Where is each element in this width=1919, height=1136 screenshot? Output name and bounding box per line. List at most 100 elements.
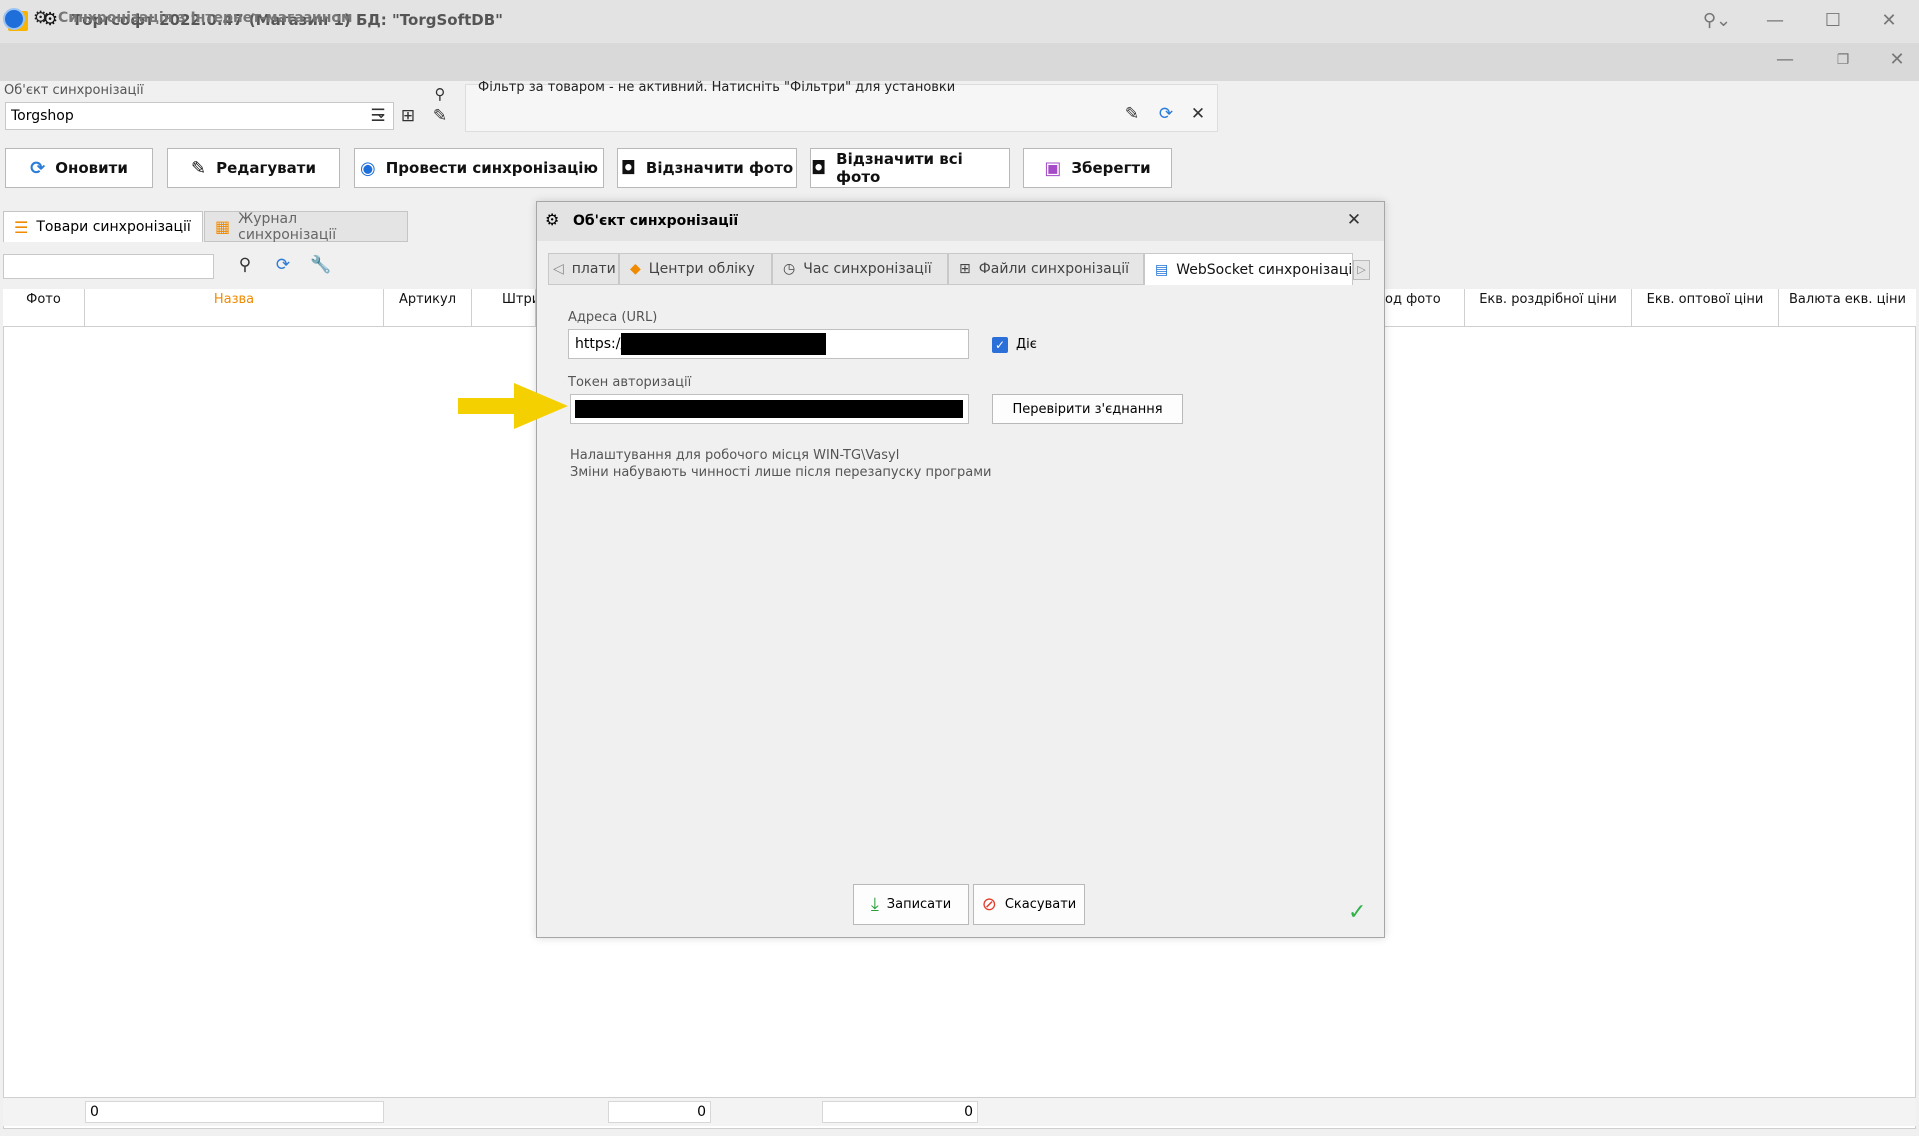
dialog-tab-centers[interactable]: ◆ Центри обліку (619, 253, 772, 285)
tab-goods[interactable]: ☰ Товари синхронізації (3, 211, 203, 242)
dialog-tab-websocket[interactable]: ▤ WebSocket синхронізації (1144, 253, 1353, 285)
dialog-title: Об'єкт синхронізації (573, 213, 739, 229)
maximize-icon[interactable]: ☐ (1810, 6, 1856, 36)
tab-journal-label: Журнал синхронізації (238, 210, 337, 243)
workstation-note: Налаштування для робочого місця WIN-TG\V… (570, 448, 900, 463)
table-icon: ▦ (215, 217, 231, 236)
sync-object-label: Об'єкт синхронізації (4, 83, 144, 98)
list-icon[interactable]: ☰ (366, 104, 390, 128)
check-connection-label: Перевірити з'єднання (1012, 401, 1163, 417)
filter-edit-icon[interactable]: ✎ (1120, 102, 1144, 126)
tab-scroll-right-icon[interactable]: ▷ (1353, 260, 1370, 280)
column-header[interactable]: Екв. роздрібної ціни (1465, 289, 1632, 327)
edit-label: Редагувати (216, 159, 316, 177)
dialog-cancel-button[interactable]: ⊘ Скасувати (973, 884, 1085, 925)
refresh-label: Оновити (55, 159, 128, 177)
column-header[interactable]: Валюта екв. ціни (1779, 289, 1916, 327)
sync-object-select[interactable]: Torgshop ⌄ (5, 102, 394, 130)
column-header[interactable]: Фото (3, 289, 85, 327)
token-label: Токен авторизації (568, 375, 692, 390)
save-button[interactable]: ▣ Зберегти (1023, 148, 1172, 188)
active-label: Діє (1016, 337, 1037, 352)
dialog-save-label: Записати (886, 897, 952, 912)
active-checkbox[interactable]: ✓ (992, 337, 1008, 353)
minimize-icon[interactable]: — (1752, 6, 1798, 36)
redacted-token (575, 400, 963, 418)
grid-search-input[interactable] (3, 254, 214, 279)
save-disk-icon: ▣ (1044, 157, 1062, 179)
window-gear-icon[interactable]: ⚙ (33, 8, 48, 28)
dialog-tab-label: Центри обліку (648, 261, 755, 277)
dialog-gear-icon: ⚙ (545, 210, 560, 229)
server-icon: ▤ (1155, 261, 1169, 278)
refresh-icon[interactable]: ⟳ (271, 253, 295, 277)
refresh-button[interactable]: ⟳ Оновити (5, 148, 153, 188)
wrench-icon[interactable]: 🔧 (309, 253, 333, 277)
footer-total: 0 (85, 1101, 384, 1123)
sync-label: Провести синхронізацію (385, 159, 598, 177)
column-header[interactable]: од фото (1385, 289, 1465, 327)
dialog-tab-label: WebSocket синхронізації (1176, 261, 1353, 278)
column-header[interactable]: Штри (472, 289, 536, 327)
child-restore-icon[interactable]: ❐ (1820, 45, 1866, 75)
close-icon[interactable]: ✕ (1866, 6, 1912, 36)
mark-photo-label: Відзначити фото (645, 159, 794, 177)
mark-all-photo-label: Відзначити всі фото (836, 150, 963, 186)
layers-icon: ◆ (630, 261, 641, 277)
search-dropdown-icon[interactable]: ⚲⌄ (1694, 6, 1740, 36)
dialog-tab-label: Час синхронізації (803, 261, 932, 277)
redacted-url (621, 333, 826, 355)
list-icon: ☰ (14, 217, 29, 237)
dialog-tab-label: Файли синхронізації (978, 261, 1130, 277)
tab-journal[interactable]: ▦ Журнал синхронізації (204, 210, 408, 243)
dialog-tab-time[interactable]: ◷ Час синхронізації (772, 253, 948, 285)
highlight-arrow-icon (458, 383, 568, 429)
file-add-icon: ⊞ (959, 261, 971, 277)
tab-goods-label: Товари синхронізації (36, 219, 191, 235)
search-icon[interactable]: ⚲ (233, 253, 257, 277)
edit-pencil-icon[interactable]: ✎ (428, 104, 452, 128)
restart-note: Зміни набувають чинності лише після пере… (570, 465, 992, 480)
sync-button[interactable]: ◉ Провести синхронізацію (354, 148, 604, 188)
download-icon: ⤓ (870, 894, 879, 915)
dialog-tab-label: плати (571, 261, 616, 277)
url-value: https:// (575, 336, 626, 352)
add-document-icon[interactable]: ⊞ (396, 104, 420, 128)
filter-refresh-icon[interactable]: ⟳ (1154, 102, 1178, 126)
filter-clear-icon[interactable]: ✕ (1186, 102, 1210, 126)
tab-scroll-left-icon[interactable]: ◁ (553, 261, 564, 277)
dialog-cancel-label: Скасувати (1004, 897, 1077, 912)
refresh-icon: ⟳ (30, 157, 46, 179)
filter-status-text: Фільтр за товаром - не активний. Натисні… (478, 80, 956, 95)
dialog-tab-files[interactable]: ⊞ Файли синхронізації (948, 253, 1144, 285)
cancel-icon: ⊘ (981, 894, 997, 915)
pencil-icon: ✎ (191, 157, 207, 179)
dialog-tab-payments[interactable]: ◁ плати (548, 253, 619, 285)
mark-photo-button[interactable]: ◘ Відзначити фото (617, 148, 797, 188)
dialog-close-icon[interactable]: ✕ (1342, 208, 1366, 232)
dialog-save-button[interactable]: ⤓ Записати (853, 884, 969, 925)
shop-bag-icon (3, 8, 25, 30)
column-header[interactable]: Назва (85, 289, 384, 327)
footer-total: 0 (608, 1101, 711, 1123)
child-close-icon[interactable]: ✕ (1874, 45, 1919, 75)
sync-object-dialog (536, 201, 1385, 938)
column-header[interactable]: Артикул (384, 289, 472, 327)
sync-object-value: Torgshop (11, 108, 74, 124)
edit-button[interactable]: ✎ Редагувати (167, 148, 340, 188)
child-window-title: Синхронізація з Інтернет-магазином (58, 10, 353, 26)
token-input[interactable] (570, 394, 969, 424)
shop-bag-icon: ◉ (360, 157, 376, 179)
ok-check-icon: ✓ (1348, 900, 1367, 925)
check-connection-button[interactable]: Перевірити з'єднання (992, 394, 1183, 424)
url-input[interactable]: https:// (568, 329, 969, 359)
footer-total: 0 (822, 1101, 978, 1123)
mark-all-photo-button[interactable]: ◘ Відзначити всі фото (810, 148, 1010, 188)
column-header[interactable]: Екв. оптової ціни (1632, 289, 1779, 327)
clock-icon: ◷ (783, 261, 796, 277)
child-minimize-icon[interactable]: — (1762, 45, 1808, 75)
search-icon[interactable]: ⚲ (428, 82, 452, 106)
camera-icon: ◘ (620, 157, 636, 179)
child-window-bar (0, 43, 1919, 81)
save-label: Зберегти (1071, 159, 1151, 177)
